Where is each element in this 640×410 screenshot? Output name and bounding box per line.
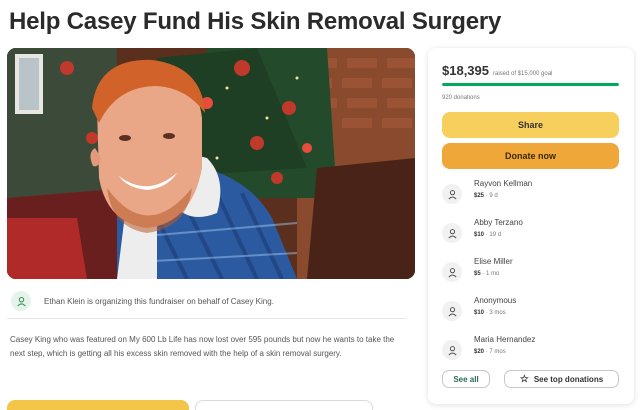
donor-time: 3 mos bbox=[489, 310, 506, 316]
divider bbox=[7, 318, 407, 319]
donor-separator: · bbox=[485, 193, 488, 199]
page-title: Help Casey Fund His Skin Removal Surgery bbox=[9, 8, 502, 35]
amount-row: $18,395 raised of $15,000 goal bbox=[442, 63, 552, 78]
donation-sidebar: $18,395 raised of $15,000 goal 920 donat… bbox=[428, 48, 634, 404]
donor-meta: $10 · 19 d bbox=[474, 232, 501, 238]
raised-amount: $18,395 bbox=[442, 63, 489, 78]
donor-icon bbox=[442, 301, 462, 321]
organizer-row: Ethan Klein is organizing this fundraise… bbox=[7, 288, 407, 314]
see-all-button[interactable]: See all bbox=[442, 370, 490, 388]
donor-amount: $20 bbox=[474, 349, 485, 355]
donor-time: 7 mos bbox=[489, 349, 506, 355]
donor-item: Abby Terzano $10 · 19 d bbox=[442, 218, 622, 250]
donor-time: 1 mo bbox=[486, 271, 500, 277]
goal-text: raised of $15,000 goal bbox=[493, 71, 553, 77]
donor-amount: $25 bbox=[474, 193, 485, 199]
share-button[interactable]: Share bbox=[442, 112, 619, 138]
progress-bar bbox=[442, 83, 619, 86]
donor-meta: $25 · 9 d bbox=[474, 193, 498, 199]
donor-time: 19 d bbox=[489, 232, 502, 238]
donor-icon bbox=[442, 184, 462, 204]
donate-button-bottom[interactable] bbox=[7, 400, 189, 410]
donor-item: Anonymous $10 · 3 mos bbox=[442, 296, 622, 328]
donor-name: Elise Miller bbox=[474, 257, 513, 266]
donor-amount: $5 bbox=[474, 271, 481, 277]
story-text: Casey King who was featured on My 600 Lb… bbox=[10, 335, 395, 358]
donor-time: 9 d bbox=[489, 193, 498, 199]
campaign-photo bbox=[7, 48, 415, 279]
donor-name: Abby Terzano bbox=[474, 218, 523, 227]
donor-item: Rayvon Kellman $25 · 9 d bbox=[442, 179, 622, 211]
donor-name: Maria Hernandez bbox=[474, 335, 536, 344]
organizer-text: Ethan Klein is organizing this fundraise… bbox=[44, 296, 274, 306]
donor-separator: · bbox=[482, 271, 485, 277]
share-button-bottom[interactable] bbox=[195, 400, 373, 410]
donor-name: Rayvon Kellman bbox=[474, 179, 533, 188]
donor-icon bbox=[442, 223, 462, 243]
top-donations-button[interactable]: ☆ See top donations bbox=[504, 370, 619, 388]
top-donations-label: See top donations bbox=[533, 374, 604, 384]
donor-item: Maria Hernandez $20 · 7 mos bbox=[442, 335, 622, 367]
donor-meta: $5 · 1 mo bbox=[474, 271, 499, 277]
donor-name: Anonymous bbox=[474, 296, 517, 305]
donations-count: 920 donations bbox=[442, 95, 480, 101]
donor-meta: $20 · 7 mos bbox=[474, 349, 506, 355]
donor-meta: $10 · 3 mos bbox=[474, 310, 506, 316]
donor-separator: · bbox=[485, 232, 488, 238]
person-icon bbox=[11, 291, 31, 311]
donor-item: Elise Miller $5 · 1 mo bbox=[442, 257, 622, 289]
donor-icon bbox=[442, 262, 462, 282]
donor-separator: · bbox=[485, 310, 488, 316]
star-icon: ☆ bbox=[519, 373, 529, 385]
donor-separator: · bbox=[485, 349, 488, 355]
progress-fill bbox=[442, 83, 619, 86]
donor-icon bbox=[442, 340, 462, 360]
donor-amount: $10 bbox=[474, 310, 485, 316]
donor-amount: $10 bbox=[474, 232, 485, 238]
donate-button[interactable]: Donate now bbox=[442, 143, 619, 169]
